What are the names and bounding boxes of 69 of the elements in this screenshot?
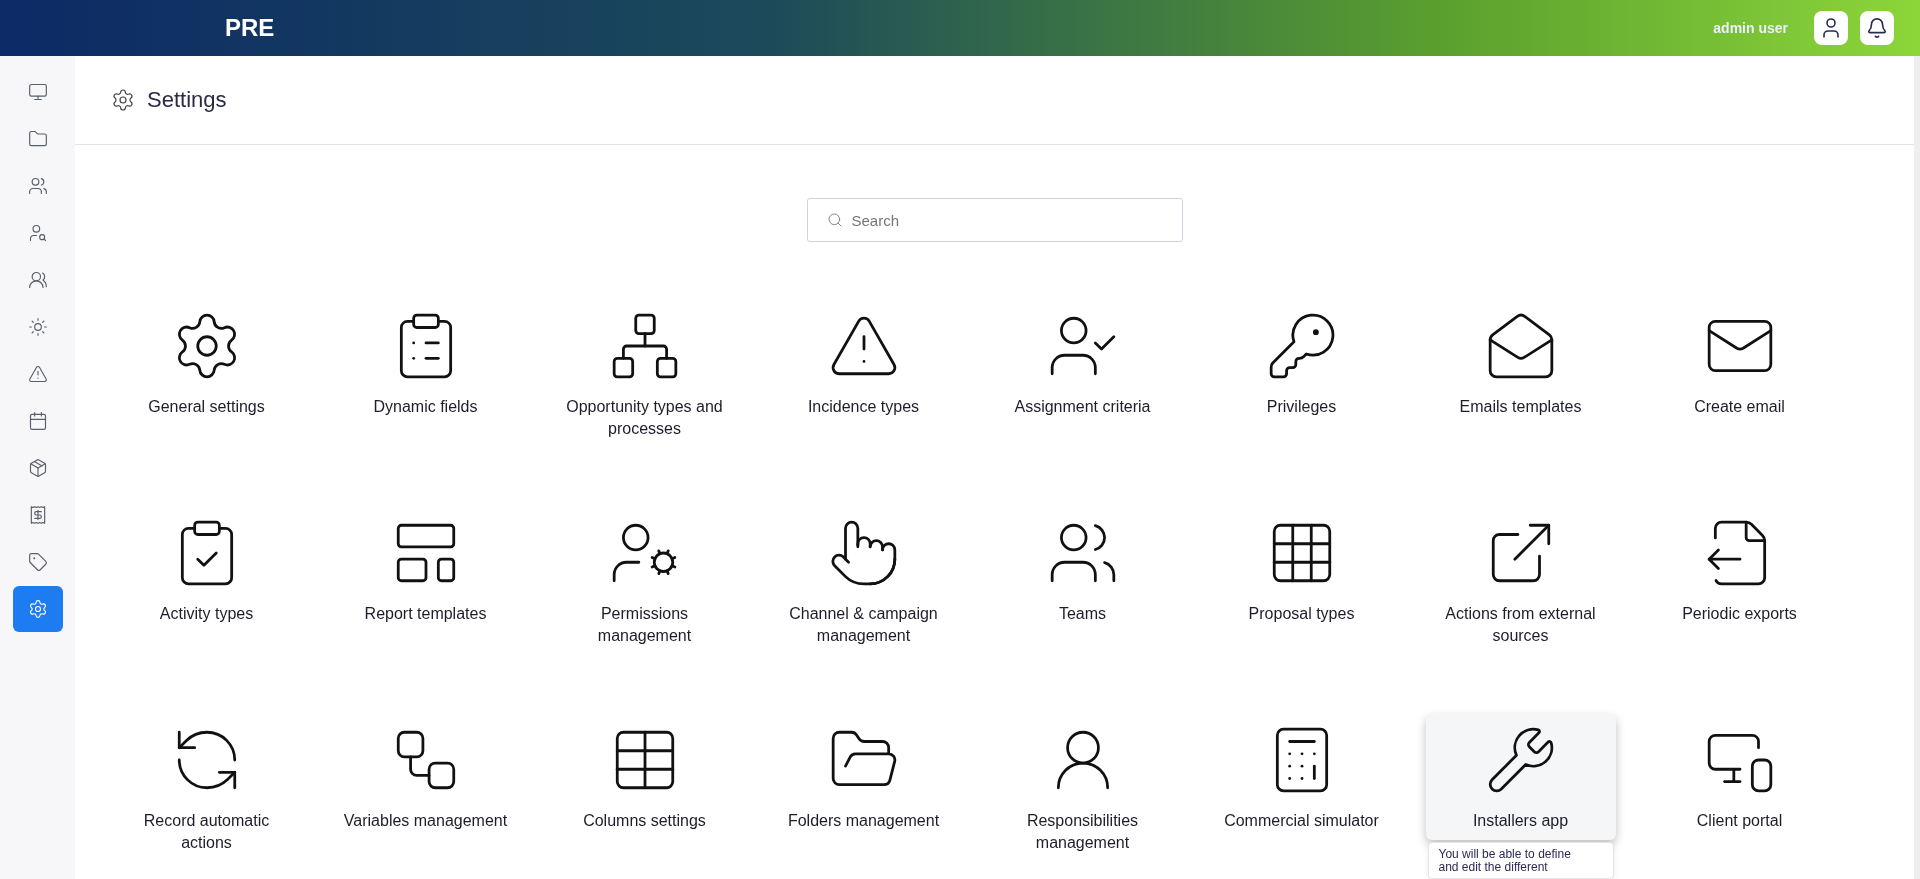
sidebar-icon xyxy=(27,223,48,243)
tile-label: Permissions management xyxy=(597,604,692,646)
settings-tile[interactable]: Periodic exports xyxy=(1644,507,1835,633)
settings-tile[interactable]: Proposal types xyxy=(1206,507,1397,633)
user-name: admin user xyxy=(1713,20,1788,36)
settings-tile[interactable]: Report templates xyxy=(330,507,521,633)
tile-label: Incidence types xyxy=(807,397,920,417)
tile-label: Emails templates xyxy=(1459,397,1582,417)
tile-label: Columns settings xyxy=(583,811,706,831)
sidebar-icon xyxy=(27,599,48,619)
sidebar-icon xyxy=(27,552,48,572)
settings-tile[interactable]: Assignment criteria xyxy=(987,300,1178,426)
settings-tile[interactable]: Permissions management xyxy=(549,507,740,655)
settings-tile[interactable]: Privileges xyxy=(1206,300,1397,426)
settings-tile[interactable]: Channel & campaign management xyxy=(768,507,959,655)
settings-tile[interactable]: Actions from external sources xyxy=(1425,507,1616,655)
tile-label: Responsibilities management xyxy=(1026,811,1139,853)
search-icon xyxy=(826,212,843,228)
settings-tile[interactable]: General settings xyxy=(111,300,302,426)
settings-tile[interactable]: Activity types xyxy=(111,507,302,633)
settings-tile[interactable]: Record automatic actions xyxy=(111,714,302,862)
tile-label: Teams xyxy=(1058,604,1107,624)
tile-label: Variables management xyxy=(343,811,508,831)
page-title: Settings xyxy=(147,87,227,113)
settings-tile[interactable]: Create email xyxy=(1644,300,1835,426)
tile-label: Create email xyxy=(1694,397,1785,417)
settings-tile[interactable]: Client portal xyxy=(1644,714,1835,840)
tile-label: Commercial simulator xyxy=(1224,811,1379,831)
sidebar-item[interactable] xyxy=(12,586,63,632)
settings-tile[interactable]: Dynamic fields xyxy=(330,300,521,426)
notifications-button[interactable] xyxy=(1860,11,1894,45)
profile-button[interactable] xyxy=(1814,11,1848,45)
tile-label: Report templates xyxy=(364,604,487,624)
tile-label: Activity types xyxy=(159,604,254,624)
tile-label: Opportunity types and processes xyxy=(566,397,723,439)
sidebar-icon xyxy=(27,82,48,102)
tile-label: Channel & campaign management xyxy=(789,604,938,646)
sidebar-icon xyxy=(27,458,48,478)
sidebar-icon xyxy=(27,411,48,431)
tile-label: Periodic exports xyxy=(1682,604,1797,624)
settings-icon xyxy=(111,88,135,112)
sidebar-icon xyxy=(27,176,48,196)
settings-tile[interactable]: Columns settings xyxy=(549,714,740,840)
settings-tile[interactable]: Opportunity types and processes xyxy=(549,300,740,448)
settings-tile[interactable]: Commercial simulator xyxy=(1206,714,1397,840)
tile-label: Privileges xyxy=(1266,397,1337,417)
sidebar-icon xyxy=(27,364,48,384)
tile-label: Installers app xyxy=(1472,811,1569,831)
tile-label: Assignment criteria xyxy=(1014,397,1151,417)
settings-tile[interactable]: Incidence types xyxy=(768,300,959,426)
settings-tile[interactable]: Teams xyxy=(987,507,1178,633)
sidebar-icon xyxy=(27,317,48,337)
sidebar-icon xyxy=(27,129,48,149)
tile-label: Proposal types xyxy=(1248,604,1355,624)
sidebar-icon xyxy=(27,270,48,290)
settings-tile[interactable]: Responsibilities management xyxy=(987,714,1178,862)
tile-label: Dynamic fields xyxy=(373,397,478,417)
settings-tile[interactable]: Folders management xyxy=(768,714,959,840)
search-field[interactable]: Search xyxy=(806,198,1183,242)
tile-label: General settings xyxy=(148,397,265,417)
tile-label: Folders management xyxy=(787,811,940,831)
settings-tile[interactable]: Emails templates xyxy=(1425,300,1616,426)
settings-tile[interactable]: Variables management xyxy=(330,714,521,840)
brand-name: PRE xyxy=(225,14,276,42)
tooltip: You will be able to define and edit the different xyxy=(1427,842,1614,879)
tile-label: Client portal xyxy=(1696,811,1783,831)
tile-label: Actions from external sources xyxy=(1445,604,1596,646)
tile-label: Record automatic actions xyxy=(143,811,270,853)
bell-icon xyxy=(1866,17,1888,39)
